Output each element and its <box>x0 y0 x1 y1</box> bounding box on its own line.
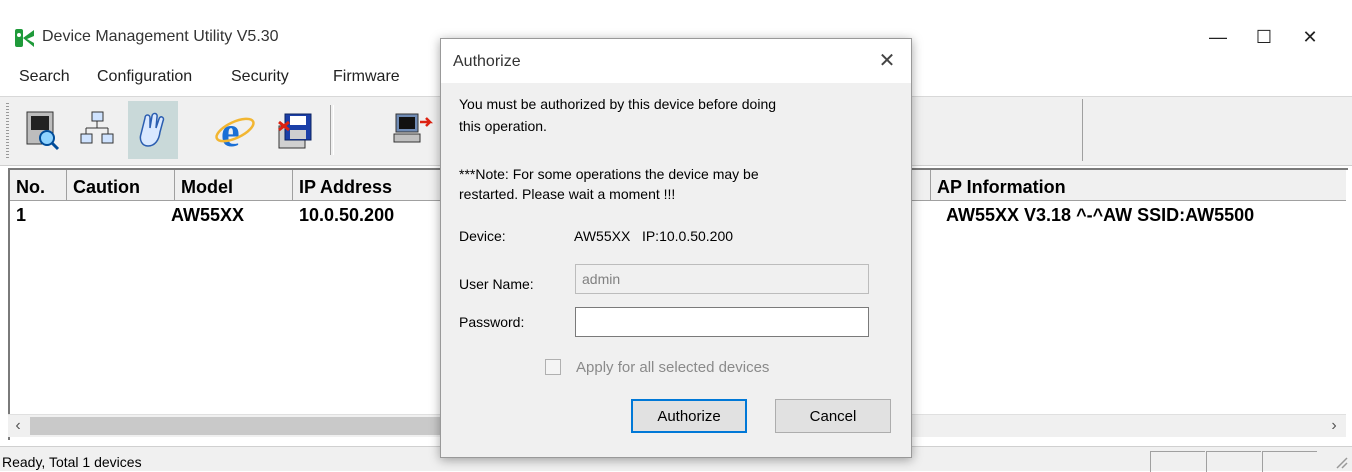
internet-explorer-icon: e <box>215 110 255 152</box>
close-icon: ✕ <box>1302 26 1318 47</box>
status-panel <box>1262 451 1317 472</box>
svg-text:e: e <box>221 110 240 152</box>
dialog-close-button[interactable]: ✕ <box>871 47 903 75</box>
device-label: Device: <box>459 228 506 244</box>
close-icon: ✕ <box>878 50 896 72</box>
password-label: Password: <box>459 314 525 330</box>
computer-upload-button[interactable] <box>384 101 440 159</box>
toolbar-grip[interactable] <box>6 103 9 159</box>
username-label: User Name: <box>459 276 534 292</box>
maximize-button[interactable]: ☐ <box>1242 22 1286 52</box>
network-button[interactable] <box>72 101 122 159</box>
dialog-title: Authorize <box>453 53 521 70</box>
save-floppy-icon <box>278 113 312 149</box>
menu-configuration[interactable]: Configuration <box>97 68 192 86</box>
search-device-button[interactable] <box>16 101 66 159</box>
close-button[interactable]: ✕ <box>1288 22 1332 52</box>
internet-explorer-button[interactable]: e <box>210 101 260 159</box>
dialog-note-line1: ***Note: For some operations the device … <box>459 166 759 182</box>
dialog-title-bar: Authorize ✕ <box>441 39 911 83</box>
column-model[interactable]: Model <box>175 170 293 200</box>
cell-ip-address: 10.0.50.200 <box>299 205 395 225</box>
password-field[interactable] <box>575 307 869 337</box>
maximize-icon: ☐ <box>1255 26 1273 47</box>
dialog-note-line2: restarted. Please wait a moment !!! <box>459 186 676 202</box>
device-value: AW55XX IP:10.0.50.200 <box>574 228 734 244</box>
scroll-left-icon[interactable]: ‹ <box>8 416 28 436</box>
menu-firmware[interactable]: Firmware <box>333 68 400 86</box>
minimize-button[interactable]: — <box>1196 22 1240 52</box>
dialog-message-line2: this operation. <box>459 118 547 134</box>
menu-security[interactable]: Security <box>231 68 289 86</box>
app-logo-icon <box>15 29 34 47</box>
minimize-icon: — <box>1209 26 1227 47</box>
scrollbar-thumb[interactable] <box>30 417 470 435</box>
status-panel <box>1150 451 1205 472</box>
apply-all-label: Apply for all selected devices <box>576 359 770 376</box>
window-title: Device Management Utility V5.30 <box>42 28 279 45</box>
search-device-icon <box>26 111 60 151</box>
save-button[interactable] <box>270 101 320 159</box>
cell-ap-information: AW55XX V3.18 ^-^AW SSID:AW5500 <box>946 205 1255 225</box>
cell-no: 1 <box>16 205 27 225</box>
username-field[interactable] <box>575 264 869 294</box>
cancel-button[interactable]: Cancel <box>775 399 891 433</box>
computer-upload-icon <box>393 113 434 143</box>
authorize-button[interactable]: Authorize <box>631 399 747 433</box>
column-ap-information[interactable]: AP Information <box>930 170 1346 200</box>
scroll-right-icon[interactable]: › <box>1324 416 1344 436</box>
column-no[interactable]: No. <box>10 170 67 200</box>
menu-search[interactable]: Search <box>19 68 70 86</box>
toolbar-separator <box>330 105 334 155</box>
hand-pointer-button[interactable] <box>128 101 178 159</box>
cell-caution <box>67 201 175 227</box>
network-icon <box>80 111 114 144</box>
authorize-dialog: Authorize ✕ You must be authorized by th… <box>440 38 912 458</box>
status-text: Ready, Total 1 devices <box>2 454 142 470</box>
hand-pointer-icon <box>139 112 165 147</box>
column-ip-address[interactable]: IP Address <box>293 170 443 200</box>
apply-all-checkbox[interactable] <box>545 359 561 375</box>
dialog-message-line1: You must be authorized by this device be… <box>459 96 777 112</box>
resize-grip-icon[interactable] <box>1334 455 1348 469</box>
cell-model: AW55XX <box>171 205 245 225</box>
toolbar-right-panel <box>1082 99 1351 161</box>
status-panel <box>1206 451 1261 472</box>
column-caution[interactable]: Caution <box>67 170 175 200</box>
